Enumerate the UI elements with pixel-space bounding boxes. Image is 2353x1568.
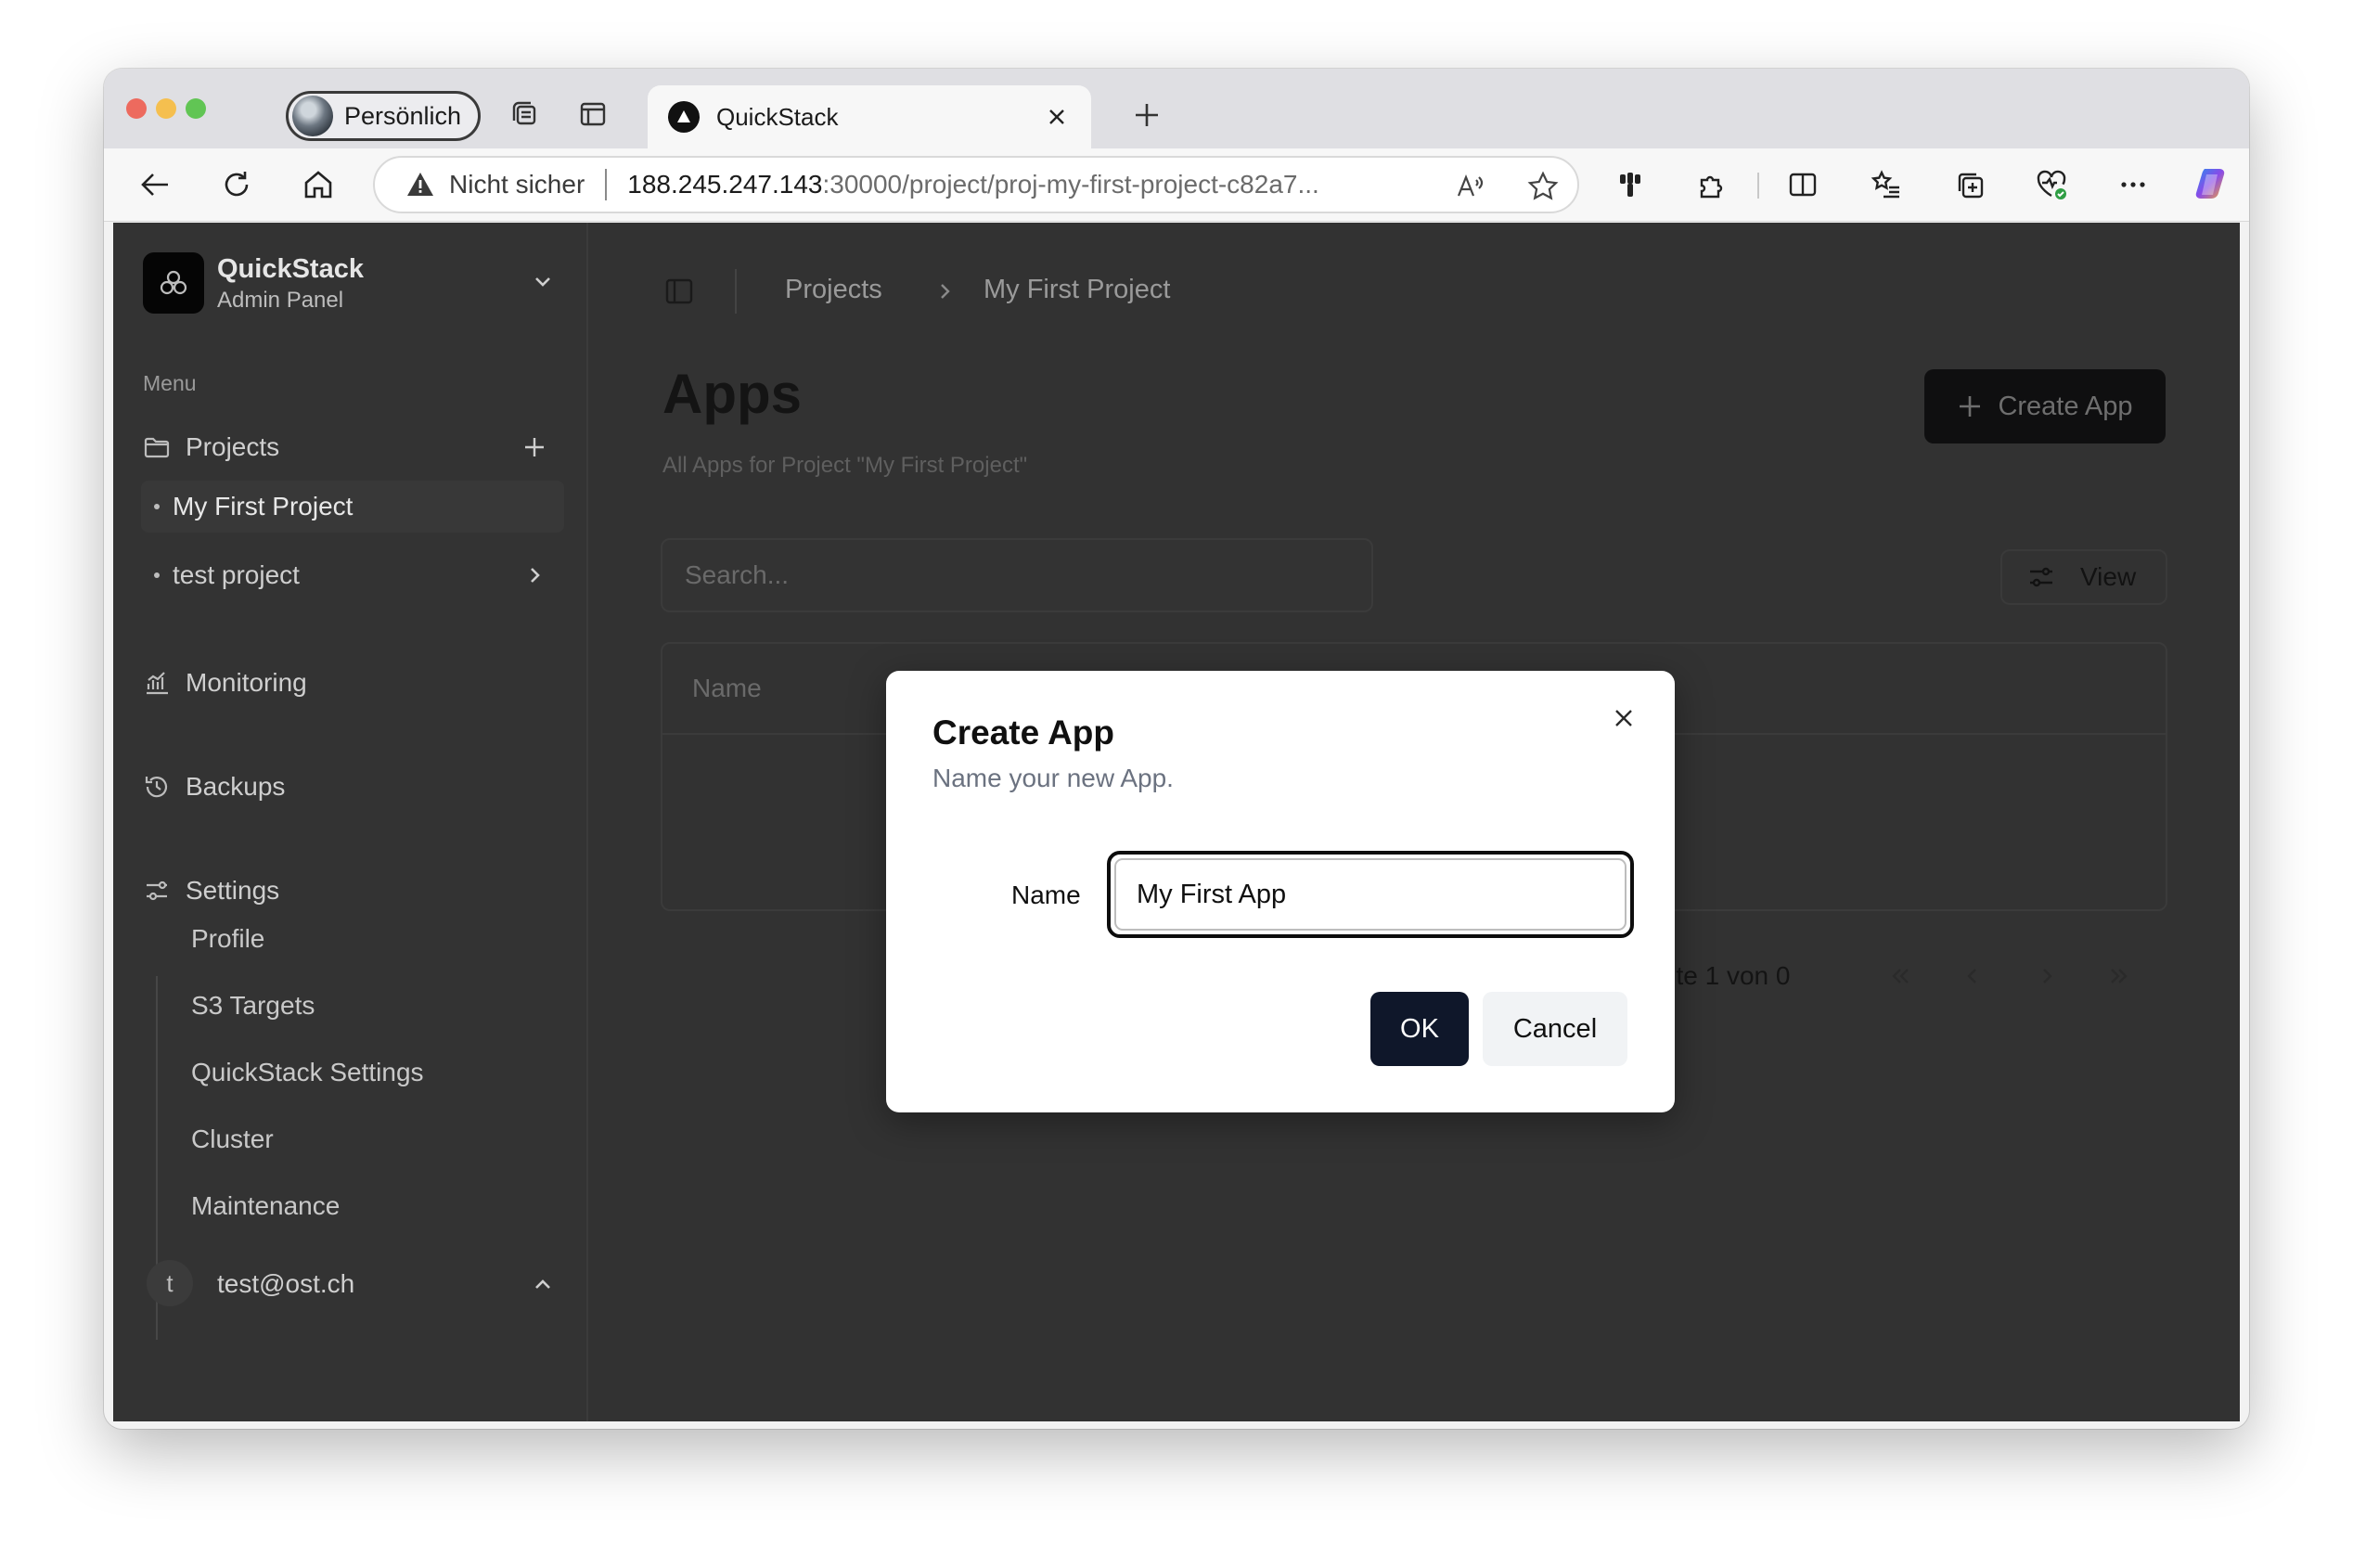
favorite-star-icon[interactable] (1527, 171, 1559, 202)
history-icon (141, 771, 173, 803)
vertical-tabs-icon[interactable] (575, 96, 611, 132)
minimize-window-button[interactable] (156, 98, 176, 119)
warning-icon[interactable] (405, 169, 436, 200)
brand-name[interactable]: QuickStack (217, 254, 364, 285)
last-page-icon[interactable] (2101, 958, 2138, 995)
dialog-description: Name your new App. (932, 764, 1174, 792)
sliders-icon (141, 875, 173, 906)
extension-key-icon[interactable] (1611, 165, 1650, 204)
sidebar-item-label: Monitoring (186, 668, 307, 697)
sidebar-item-my-first-project[interactable]: My First Project (141, 481, 564, 533)
menu-section-label: Menu (143, 371, 197, 395)
reload-icon[interactable] (217, 165, 256, 204)
sidebar-item-monitoring[interactable]: Monitoring (141, 657, 564, 709)
profile-label: Persönlich (344, 101, 462, 130)
sidebar-item-label: Settings (186, 876, 280, 905)
new-tab-button[interactable] (1128, 96, 1165, 134)
sidebar: QuickStack Admin Panel Menu Projects My … (113, 223, 588, 1421)
chevron-up-icon[interactable] (529, 1271, 557, 1299)
split-screen-icon[interactable] (1783, 165, 1822, 204)
create-app-dialog: Create App Name your new App. Name My Fi… (886, 671, 1675, 1112)
back-arrow-icon[interactable] (135, 165, 174, 204)
app-name-value: My First App (1137, 879, 1287, 909)
bullet-dot (154, 504, 160, 509)
create-app-label: Create App (1998, 391, 2133, 421)
name-field-label: Name (1011, 880, 1081, 909)
favorites-list-icon[interactable] (1867, 165, 1906, 204)
sidebar-item-label: test project (173, 560, 300, 589)
search-input[interactable]: Search... (661, 538, 1373, 612)
copilot-icon[interactable] (2192, 165, 2231, 204)
toolbar-separator (1757, 173, 1759, 199)
plus-icon (1960, 396, 1981, 417)
page-title: Apps (662, 363, 802, 425)
sidebar-item-settings[interactable]: Settings (141, 865, 564, 917)
user-email[interactable]: test@ost.ch (217, 1269, 354, 1299)
chevron-down-icon[interactable] (529, 267, 557, 295)
address-bar[interactable]: Nicht sicher 188.245.247.143 :30000/proj… (373, 156, 1579, 213)
first-page-icon[interactable] (1882, 958, 1919, 995)
view-options-button[interactable]: View (2000, 549, 2167, 605)
breadcrumb-projects[interactable]: Projects (785, 275, 882, 305)
url-host: 188.245.247.143 (627, 170, 823, 199)
zoom-window-button[interactable] (186, 98, 206, 119)
previous-page-icon[interactable] (1954, 958, 1991, 995)
profile-button[interactable]: Persönlich (286, 91, 481, 141)
quickstack-favicon-icon (668, 101, 700, 133)
sidebar-item-test-project[interactable]: test project (141, 549, 564, 601)
chart-icon (141, 667, 173, 699)
close-icon[interactable] (1608, 702, 1639, 734)
sidebar-subitem-maintenance[interactable]: Maintenance (191, 1191, 340, 1221)
close-window-button[interactable] (126, 98, 147, 119)
dialog-title: Create App (932, 713, 1115, 752)
sidebar-item-label: My First Project (173, 492, 354, 521)
folder-icon (141, 431, 173, 463)
cancel-button[interactable]: Cancel (1483, 992, 1627, 1066)
browser-essentials-icon[interactable] (2032, 165, 2071, 204)
breadcrumb-current-project: My First Project (984, 275, 1171, 304)
workspaces-icon[interactable] (507, 96, 542, 132)
chevron-right-icon[interactable] (520, 560, 549, 590)
bullet-dot (154, 572, 160, 578)
sidebar-subitem-cluster[interactable]: Cluster (191, 1125, 274, 1154)
user-avatar[interactable]: t (147, 1260, 193, 1306)
tab-quickstack[interactable]: QuickStack (648, 85, 1091, 148)
read-aloud-icon[interactable] (1455, 171, 1486, 202)
column-header-name[interactable]: Name (692, 674, 762, 703)
sidebar-item-label: Projects (186, 432, 280, 461)
toggle-sidebar-icon[interactable] (662, 275, 696, 308)
app-name-input[interactable]: My First App (1107, 851, 1634, 938)
next-page-icon[interactable] (2028, 958, 2065, 995)
collections-icon[interactable] (1950, 165, 1989, 204)
sidebar-subitem-profile[interactable]: Profile (191, 924, 264, 954)
url-path: :30000/project/proj-my-first-project-c82… (822, 170, 1319, 199)
quickstack-logo-icon[interactable] (143, 252, 204, 314)
more-options-icon[interactable] (2114, 165, 2153, 204)
close-tab-icon[interactable] (1043, 103, 1071, 131)
sidebar-item-label: Backups (186, 772, 286, 801)
extensions-puzzle-icon[interactable] (1692, 165, 1731, 204)
address-separator (605, 169, 608, 200)
ok-button[interactable]: OK (1370, 992, 1469, 1066)
add-project-icon[interactable] (520, 432, 549, 462)
sidebar-item-projects[interactable]: Projects (141, 421, 564, 473)
tab-title: QuickStack (716, 102, 839, 131)
view-options-label: View (2080, 562, 2137, 591)
breadcrumb-separator (735, 269, 737, 314)
create-app-button[interactable]: Create App (1924, 369, 2166, 443)
browser-toolbar: Nicht sicher 188.245.247.143 :30000/proj… (104, 148, 2249, 222)
page-subtitle: All Apps for Project "My First Project" (662, 453, 1028, 478)
brand-subtitle: Admin Panel (217, 288, 344, 313)
sidebar-subitem-s3-targets[interactable]: S3 Targets (191, 991, 315, 1021)
security-label: Nicht sicher (449, 170, 585, 199)
home-icon[interactable] (299, 165, 338, 204)
sidebar-item-backups[interactable]: Backups (141, 761, 564, 813)
chevron-right-icon (933, 280, 956, 302)
profile-avatar (292, 96, 333, 136)
search-placeholder: Search... (685, 560, 790, 589)
browser-window: Persönlich QuickStack Nicht sicher 188.2… (104, 69, 2249, 1429)
sidebar-subitem-quickstack-settings[interactable]: QuickStack Settings (191, 1058, 424, 1087)
tab-strip: Persönlich QuickStack (104, 69, 2249, 148)
sliders-icon (2030, 567, 2052, 587)
